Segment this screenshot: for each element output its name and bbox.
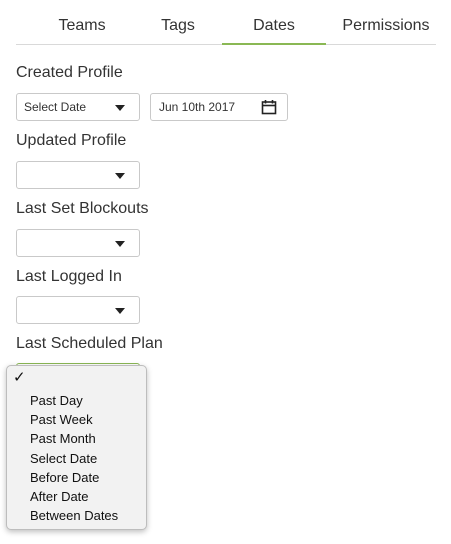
calendar-icon[interactable] [261, 99, 277, 115]
tab-bar: Teams Tags Dates Permissions [16, 0, 436, 45]
tab-permissions[interactable]: Permissions [332, 0, 440, 44]
tab-tags[interactable]: Tags [126, 0, 230, 44]
option-before-date[interactable]: Before Date [30, 470, 99, 485]
last-set-blockouts-label: Last Set Blockouts [16, 200, 149, 217]
last-set-blockouts-select[interactable] [16, 229, 140, 257]
updated-profile-select[interactable] [16, 161, 140, 189]
caret-down-icon [115, 241, 125, 247]
caret-down-icon [115, 105, 125, 111]
created-profile-date-input[interactable]: Jun 10th 2017 [150, 93, 288, 121]
option-past-week[interactable]: Past Week [30, 412, 93, 427]
option-between-dates[interactable]: Between Dates [30, 508, 118, 523]
created-profile-select-value: Select Date [24, 100, 87, 114]
last-logged-in-label: Last Logged In [16, 268, 122, 285]
created-profile-select[interactable]: Select Date [16, 93, 140, 121]
date-option-dropdown: ✓ Past Day Past Week Past Month Select D… [6, 365, 147, 530]
option-after-date[interactable]: After Date [30, 489, 89, 504]
option-past-day[interactable]: Past Day [30, 393, 83, 408]
checkmark-icon: ✓ [13, 369, 26, 386]
last-logged-in-select[interactable] [16, 296, 140, 324]
updated-profile-label: Updated Profile [16, 132, 127, 149]
created-profile-label: Created Profile [16, 64, 123, 81]
caret-down-icon [115, 173, 125, 179]
tab-teams[interactable]: Teams [22, 0, 142, 44]
created-profile-date-value: Jun 10th 2017 [159, 100, 236, 114]
last-scheduled-plan-label: Last Scheduled Plan [16, 335, 163, 352]
option-select-date[interactable]: Select Date [30, 451, 97, 466]
dates-filter-panel: Teams Tags Dates Permissions Created Pro… [0, 0, 451, 544]
caret-down-icon [115, 308, 125, 314]
option-past-month[interactable]: Past Month [30, 431, 96, 446]
tab-dates[interactable]: Dates [222, 0, 326, 45]
